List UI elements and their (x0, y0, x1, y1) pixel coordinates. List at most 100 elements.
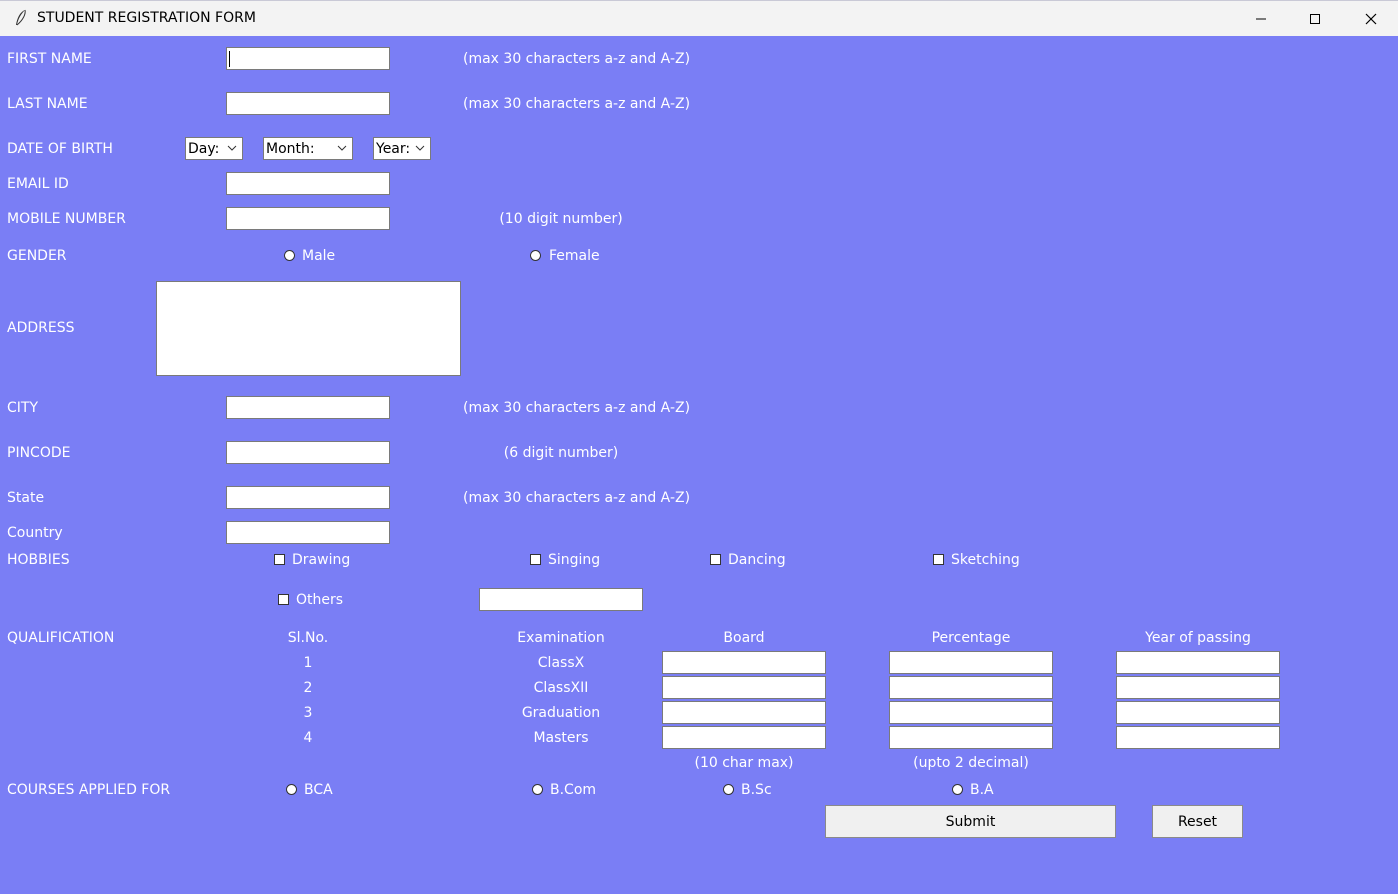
qual-row-sno: 4 (303, 730, 313, 746)
classx-percentage-input[interactable] (889, 651, 1053, 674)
email-input[interactable] (226, 172, 390, 195)
masters-percentage-input[interactable] (889, 726, 1053, 749)
last-name-label: LAST NAME (7, 96, 88, 112)
course-bcom-radio[interactable] (532, 784, 543, 795)
form-area: FIRST NAME (max 30 characters a-z and A-… (0, 36, 1398, 894)
course-ba-label: B.A (970, 782, 994, 798)
feather-icon (16, 9, 26, 26)
hobby-drawing-checkbox[interactable] (274, 554, 285, 565)
year-select[interactable]: Year: (373, 137, 431, 160)
course-bsc-label: B.Sc (741, 782, 772, 798)
country-input[interactable] (226, 521, 390, 544)
gender-label: GENDER (7, 248, 67, 264)
year-select-value: Year: (376, 141, 411, 157)
city-input[interactable] (226, 396, 390, 419)
minimize-icon (1256, 18, 1266, 19)
gender-male-label: Male (302, 248, 336, 264)
month-select-value: Month: (266, 141, 315, 157)
qual-row-exam: ClassXII (533, 680, 589, 696)
hobby-dancing-label: Dancing (728, 552, 786, 568)
chevron-down-icon (227, 145, 237, 151)
close-button[interactable] (1344, 1, 1398, 36)
first-name-hint: (max 30 characters a-z and A-Z) (463, 51, 691, 67)
qual-row-exam: Graduation (521, 705, 601, 721)
chevron-down-icon (337, 145, 347, 151)
masters-year-input[interactable] (1116, 726, 1280, 749)
course-ba-radio[interactable] (952, 784, 963, 795)
qual-row-exam: ClassX (537, 655, 585, 671)
qual-row-exam: Masters (533, 730, 589, 746)
country-label: Country (7, 525, 63, 541)
qual-row-sno: 1 (303, 655, 313, 671)
qual-header-year: Year of passing (1145, 630, 1251, 646)
qual-row-sno: 2 (303, 680, 313, 696)
graduation-year-input[interactable] (1116, 701, 1280, 724)
last-name-hint: (max 30 characters a-z and A-Z) (463, 96, 691, 112)
month-select[interactable]: Month: (263, 137, 353, 160)
gender-female-label: Female (549, 248, 600, 264)
classx-board-input[interactable] (662, 651, 826, 674)
graduation-board-input[interactable] (662, 701, 826, 724)
classxii-year-input[interactable] (1116, 676, 1280, 699)
hobby-others-label: Others (296, 592, 344, 608)
hobby-others-checkbox[interactable] (278, 594, 289, 605)
courses-label: COURSES APPLIED FOR (7, 782, 171, 798)
qualification-label: QUALIFICATION (7, 630, 115, 646)
submit-button[interactable]: Submit (825, 805, 1116, 838)
last-name-input[interactable] (226, 92, 390, 115)
state-input[interactable] (226, 486, 390, 509)
mobile-hint: (10 digit number) (499, 211, 623, 227)
chevron-down-icon (415, 145, 425, 151)
hobby-dancing-checkbox[interactable] (710, 554, 721, 565)
qual-header-sno: Sl.No. (287, 630, 329, 646)
address-label: ADDRESS (7, 320, 75, 336)
classx-year-input[interactable] (1116, 651, 1280, 674)
gender-female-radio[interactable] (530, 250, 541, 261)
qual-header-board: Board (723, 630, 765, 646)
hobby-sketching-label: Sketching (951, 552, 1020, 568)
hobby-singing-label: Singing (548, 552, 601, 568)
maximize-button[interactable] (1288, 1, 1342, 36)
board-hint: (10 char max) (694, 755, 794, 771)
title-bar: STUDENT REGISTRATION FORM (0, 0, 1398, 36)
hobby-sketching-checkbox[interactable] (933, 554, 944, 565)
state-label: State (7, 490, 45, 506)
minimize-button[interactable] (1234, 1, 1288, 36)
pincode-label: PINCODE (7, 445, 71, 461)
dob-label: DATE OF BIRTH (7, 141, 113, 157)
city-hint: (max 30 characters a-z and A-Z) (463, 400, 691, 416)
maximize-icon (1310, 13, 1320, 24)
course-bsc-radio[interactable] (723, 784, 734, 795)
window-title: STUDENT REGISTRATION FORM (37, 10, 256, 26)
qual-row-sno: 3 (303, 705, 313, 721)
day-select-value: Day: (188, 141, 220, 157)
first-name-input[interactable] (226, 47, 390, 70)
masters-board-input[interactable] (662, 726, 826, 749)
course-bcom-label: B.Com (550, 782, 597, 798)
hobbies-label: HOBBIES (7, 552, 70, 568)
city-label: CITY (7, 400, 39, 416)
course-bca-radio[interactable] (286, 784, 297, 795)
text-caret (229, 51, 230, 67)
pincode-input[interactable] (226, 441, 390, 464)
gender-male-radio[interactable] (284, 250, 295, 261)
day-select[interactable]: Day: (185, 137, 243, 160)
hobby-singing-checkbox[interactable] (530, 554, 541, 565)
classxii-board-input[interactable] (662, 676, 826, 699)
mobile-input[interactable] (226, 207, 390, 230)
first-name-label: FIRST NAME (7, 51, 92, 67)
hobby-drawing-label: Drawing (292, 552, 351, 568)
close-icon (1365, 13, 1377, 24)
address-textarea[interactable] (156, 281, 461, 376)
graduation-percentage-input[interactable] (889, 701, 1053, 724)
reset-button[interactable]: Reset (1152, 805, 1243, 838)
percentage-hint: (upto 2 decimal) (913, 755, 1029, 771)
classxii-percentage-input[interactable] (889, 676, 1053, 699)
email-label: EMAIL ID (7, 176, 69, 192)
hobby-others-input[interactable] (479, 588, 643, 611)
state-hint: (max 30 characters a-z and A-Z) (463, 490, 691, 506)
pincode-hint: (6 digit number) (503, 445, 619, 461)
qual-header-percentage: Percentage (931, 630, 1011, 646)
mobile-label: MOBILE NUMBER (7, 211, 126, 227)
course-bca-label: BCA (304, 782, 333, 798)
